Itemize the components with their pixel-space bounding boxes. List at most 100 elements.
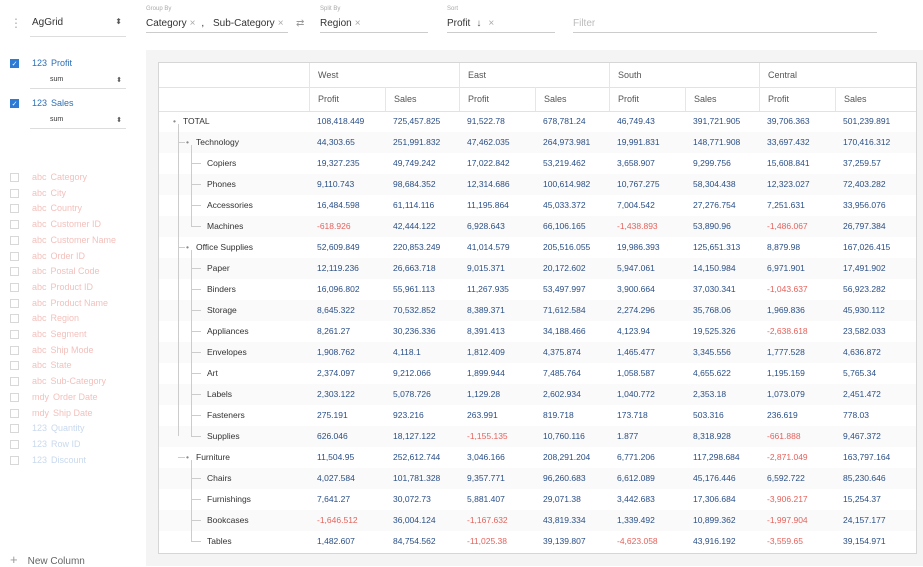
checkbox-checked-icon[interactable]: ✓ (10, 59, 19, 68)
table-row[interactable]: Copiers 19,327.235 49,749.242 17,022.842 53,… (159, 153, 916, 174)
checkbox-unchecked-icon[interactable] (10, 251, 19, 261)
tree-connector (191, 541, 201, 542)
region-header[interactable]: West (309, 63, 459, 87)
measure-header[interactable]: Profit (459, 87, 535, 111)
checkbox-unchecked-icon[interactable] (10, 361, 19, 371)
checkbox-unchecked-icon[interactable] (10, 392, 19, 402)
remove-chip-icon[interactable]: × (355, 18, 361, 29)
filter-placeholder: Filter (573, 18, 596, 29)
checkbox-unchecked-icon[interactable] (10, 267, 19, 277)
table-cell: 46,749.43 (617, 116, 655, 126)
table-row[interactable]: Appliances 8,261.27 30,236.336 8,391.413 34,… (159, 321, 916, 342)
checkbox-unchecked-icon[interactable] (10, 173, 19, 182)
expand-toggle-icon[interactable]: • (186, 132, 189, 153)
checkbox-unchecked-icon[interactable] (10, 220, 19, 230)
table-row[interactable]: Art 2,374.097 9,212.066 1,899.944 7,485.764 1… (159, 363, 916, 384)
remove-chip-icon[interactable]: × (190, 18, 196, 29)
group-by-chip[interactable]: Category (146, 18, 187, 29)
split-by-chips: Region × (320, 18, 367, 29)
table-row[interactable]: Labels 2,303.122 5,078.726 1,129.28 2,602.93… (159, 384, 916, 405)
table-cell: 24,157.177 (843, 515, 886, 525)
table-row[interactable]: Fasteners 275.191 923.216 263.991 819.718 173… (159, 405, 916, 426)
table-cell: 72,403.282 (843, 179, 886, 189)
filter-field[interactable]: Filter (573, 4, 877, 33)
drag-handle-icon[interactable]: ⋮ (10, 16, 22, 30)
table-cell: 43,916.192 (693, 536, 736, 546)
table-row[interactable]: Tables 1,482.607 84,754.562 -11,025.38 39,13… (159, 531, 916, 552)
sort-chip[interactable]: Profit (447, 18, 470, 29)
remove-chip-icon[interactable]: × (278, 18, 284, 29)
checkbox-unchecked-icon[interactable] (10, 424, 19, 434)
table-row[interactable]: Accessories 16,484.598 61,114.116 11,195.86… (159, 195, 916, 216)
renderer-select[interactable]: AgGrid ⬍ (30, 8, 126, 37)
checkbox-unchecked-icon[interactable] (10, 330, 19, 339)
table-cell: 1,129.28 (467, 389, 501, 399)
measure-header[interactable]: Sales (535, 87, 609, 111)
group-by-field[interactable]: Group By Category ×, Sub-Category × (146, 4, 288, 33)
aggregate-select[interactable]: sum ⬍ (30, 74, 126, 89)
new-column-button[interactable]: + New Column (10, 552, 85, 567)
table-cell: 1,058.587 (617, 368, 655, 378)
table-cell: 148,771.908 (693, 137, 741, 147)
sort-field[interactable]: Sort Profit ↓ × (447, 4, 555, 33)
table-cell: 56,923.282 (843, 284, 886, 294)
region-header[interactable]: East (459, 63, 609, 87)
checkbox-unchecked-icon[interactable] (10, 377, 19, 387)
column-label: mdy Ship Date (32, 408, 93, 418)
table-row[interactable]: Paper 12,119.236 26,663.718 9,015.371 20,172… (159, 258, 916, 279)
table-cell: 252,612.744 (393, 452, 441, 462)
measure-header[interactable]: Sales (685, 87, 759, 111)
table-row[interactable]: Envelopes 1,908.762 4,118.1 1,812.409 4,375.… (159, 342, 916, 363)
table-row[interactable]: • Furniture 11,504.95 252,612.744 3,046.166 2… (159, 447, 916, 468)
expand-toggle-icon[interactable]: • (186, 237, 189, 258)
tree-connector (191, 373, 201, 374)
split-by-caption: Split By (320, 6, 341, 12)
split-by-field[interactable]: Split By Region × (320, 4, 428, 33)
table-cell: 2,374.097 (317, 368, 355, 378)
table-row[interactable]: • Office Supplies 52,609.849 220,853.249 41,… (159, 237, 916, 258)
checkbox-unchecked-icon[interactable] (10, 408, 19, 418)
remove-chip-icon[interactable]: × (488, 18, 494, 29)
column-label: abc Postal Code (32, 266, 100, 276)
checkbox-unchecked-icon[interactable] (10, 345, 19, 355)
checkbox-unchecked-icon[interactable] (10, 314, 19, 324)
table-cell: 10,760.116 (543, 431, 585, 441)
table-row[interactable]: Machines -618.926 42,444.122 6,928.643 66,10… (159, 216, 916, 237)
measure-header[interactable]: Profit (759, 87, 835, 111)
checkbox-unchecked-icon[interactable] (10, 204, 19, 214)
group-by-chip[interactable]: Sub-Category (213, 18, 275, 29)
aggregate-select[interactable]: sum ⬍ (30, 114, 126, 129)
table-cell: 1,339.492 (617, 515, 655, 525)
measure-header[interactable]: Sales (835, 87, 916, 111)
split-by-chip[interactable]: Region (320, 18, 352, 29)
table-row[interactable]: Storage 8,645.322 70,532.852 8,389.371 71,61… (159, 300, 916, 321)
expand-toggle-icon[interactable]: • (186, 447, 189, 468)
region-header[interactable]: South (609, 63, 759, 87)
checkbox-unchecked-icon[interactable] (10, 282, 19, 292)
checkbox-checked-icon[interactable]: ✓ (10, 99, 19, 108)
checkbox-unchecked-icon[interactable] (10, 298, 19, 308)
table-row[interactable]: • Technology 44,303.65 251,991.832 47,462.03… (159, 132, 916, 153)
table-row[interactable]: Chairs 4,027.584 101,781.328 9,357.771 96,26… (159, 468, 916, 489)
table-row[interactable]: Furnishings 7,641.27 30,072.73 5,881.407 29,… (159, 489, 916, 510)
checkbox-unchecked-icon[interactable] (10, 439, 19, 449)
table-row[interactable]: Binders 16,096.802 55,961.113 11,267.935 53,… (159, 279, 916, 300)
table-cell: 4,118.1 (393, 347, 421, 357)
checkbox-unchecked-icon[interactable] (10, 235, 19, 245)
swap-icon[interactable]: ⇄ (296, 18, 304, 29)
tree-connector (178, 123, 179, 437)
checkbox-unchecked-icon[interactable] (10, 455, 19, 465)
checkbox-unchecked-icon[interactable] (10, 188, 19, 198)
table-row[interactable]: Phones 9,110.743 98,684.352 12,314.686 100,6… (159, 174, 916, 195)
measure-header[interactable]: Profit (609, 87, 685, 111)
sort-desc-icon[interactable]: ↓ (476, 18, 481, 29)
table-row[interactable]: Bookcases -1,646.512 36,004.124 -1,167.632 4… (159, 510, 916, 531)
table-row[interactable]: • TOTAL 108,418.449 725,457.825 91,522.78 678… (159, 111, 916, 132)
table-cell: 1,969.836 (767, 305, 805, 315)
region-header[interactable]: Central (759, 63, 916, 87)
expand-toggle-icon[interactable]: • (173, 111, 176, 132)
measure-header[interactable]: Sales (385, 87, 459, 111)
measure-header[interactable]: Profit (309, 87, 385, 111)
table-cell: 19,525.326 (693, 326, 736, 336)
table-row[interactable]: Supplies 626.046 18,127.122 -1,155.135 10,76… (159, 426, 916, 447)
